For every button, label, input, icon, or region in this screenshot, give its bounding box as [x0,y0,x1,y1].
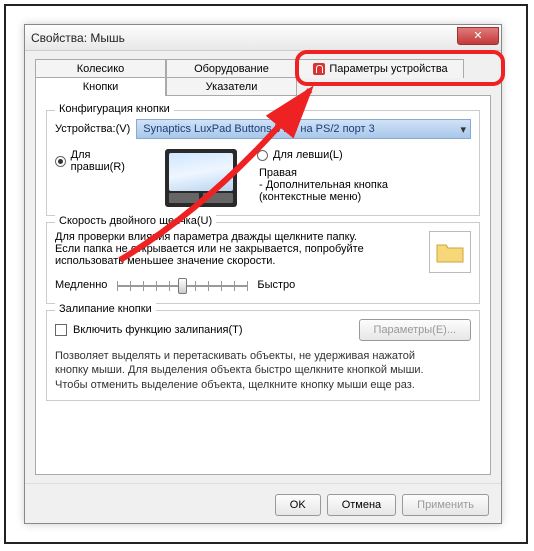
touchpad-preview [165,149,237,207]
device-dropdown[interactable]: Synaptics LuxPad Buttons V7.5 на PS/2 по… [136,119,471,139]
slider-label-fast: Быстро [257,279,295,291]
speed-desc: использовать меньшее значение скорости. [55,255,419,267]
mouse-properties-dialog: Свойства: Мышь ✕ Колесико Оборудование П… [24,24,502,524]
slider-label-slow: Медленно [55,279,107,291]
device-value: Synaptics LuxPad Buttons V7.5 на PS/2 по… [143,123,374,135]
speed-desc: Если папка не открывается или не закрыва… [55,243,419,255]
click-lock-params-button: Параметры(E)... [359,319,471,341]
double-click-slider[interactable] [117,275,247,295]
dialog-footer: OK Отмена Применить [25,483,501,526]
group-click-lock: Залипание кнопки Включить функцию залипа… [46,310,480,401]
tab-pointers[interactable]: Указатели [166,77,297,96]
stick-desc: Позволяет выделять и перетаскивать объек… [55,349,471,363]
group-speed-legend: Скорость двойного щелчка(U) [55,215,216,227]
close-button[interactable]: ✕ [457,27,499,45]
stick-desc: кнопку мыши. Для выделения объекта быстр… [55,363,471,377]
cancel-button[interactable]: Отмена [327,494,396,516]
window-title: Свойства: Мышь [31,31,125,45]
synaptics-icon [313,63,325,75]
group-double-click-speed: Скорость двойного щелчка(U) Для проверки… [46,222,480,304]
tab-buttons[interactable]: Кнопки [35,77,166,96]
tab-device-settings[interactable]: Параметры устройства [297,59,464,78]
radio-right-handed[interactable]: Для правши(R) [55,149,145,173]
device-label: Устройства:(V) [55,123,130,135]
radio-icon [55,156,66,167]
tab-panel-buttons: Конфигурация кнопки Устройства:(V) Synap… [35,95,491,475]
tab-wheel[interactable]: Колесико [35,59,166,78]
folder-test-icon[interactable] [429,231,471,273]
titlebar[interactable]: Свойства: Мышь ✕ [25,25,501,51]
detail-title: Правая [259,167,471,179]
group-button-config: Конфигурация кнопки Устройства:(V) Synap… [46,110,480,216]
speed-desc: Для проверки влияния параметра дважды ще… [55,231,419,243]
detail-line1: - Дополнительная кнопка [259,179,471,191]
slider-thumb[interactable] [178,278,187,294]
checkbox-icon [55,324,67,336]
group-config-legend: Конфигурация кнопки [55,103,174,115]
detail-line2: (контекстные меню) [259,191,471,203]
apply-button[interactable]: Применить [402,494,489,516]
radio-left-handed[interactable]: Для левши(L) [257,149,471,161]
checkbox-click-lock[interactable]: Включить функцию залипания(T) [55,324,243,336]
group-stick-legend: Залипание кнопки [55,303,156,315]
radio-icon [257,150,268,161]
stick-desc: Чтобы отменить выделение объекта, щелкни… [55,378,471,392]
tab-hardware[interactable]: Оборудование [166,59,297,78]
ok-button[interactable]: OK [275,494,321,516]
tab-device-label: Параметры устройства [329,63,447,75]
